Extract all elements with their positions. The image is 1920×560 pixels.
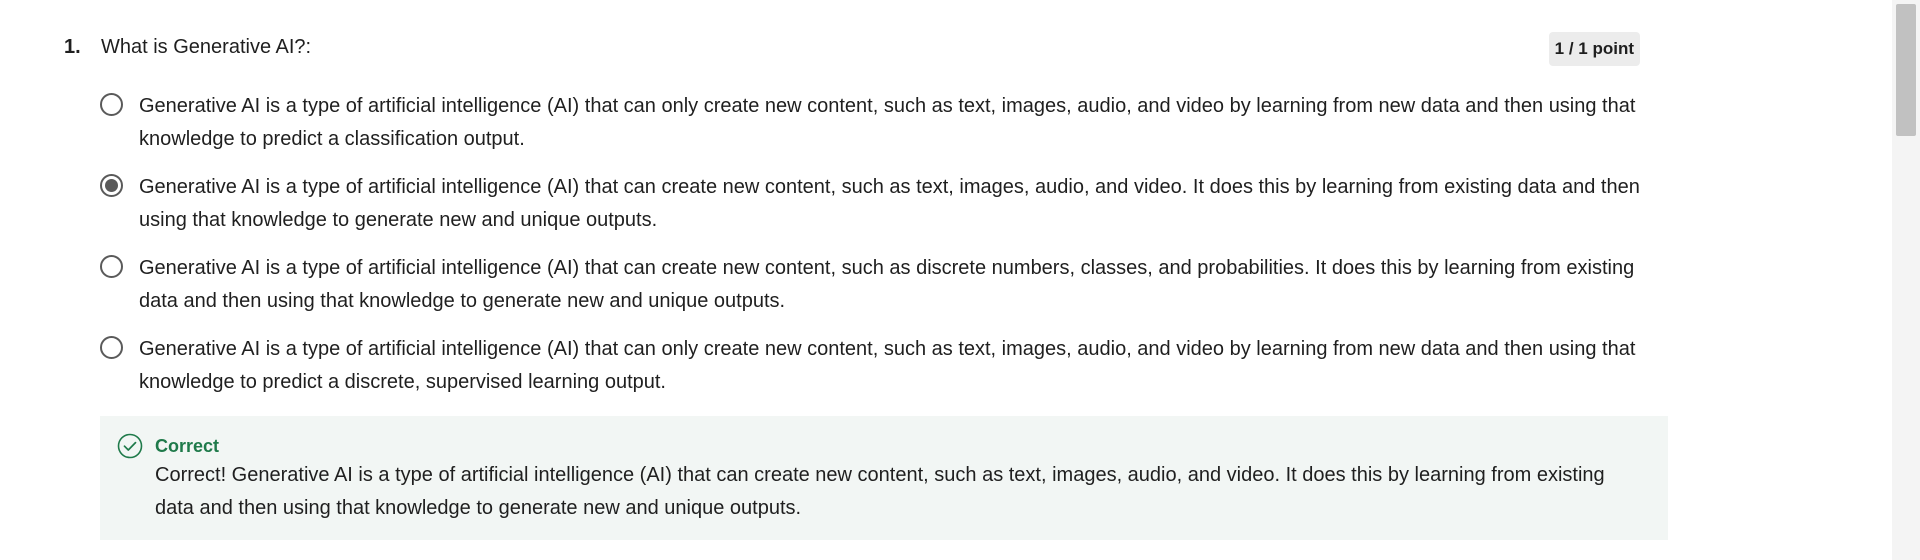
radio-button[interactable] bbox=[100, 93, 123, 116]
answer-option-4[interactable]: Generative AI is a type of artificial in… bbox=[100, 333, 1660, 399]
answer-option-1[interactable]: Generative AI is a type of artificial in… bbox=[100, 90, 1660, 156]
answer-option-3[interactable]: Generative AI is a type of artificial in… bbox=[100, 252, 1660, 318]
answer-options: Generative AI is a type of artificial in… bbox=[100, 90, 1660, 414]
radio-button[interactable] bbox=[100, 336, 123, 359]
points-badge: 1 / 1 point bbox=[1548, 32, 1640, 66]
answer-option-label: Generative AI is a type of artificial in… bbox=[139, 176, 1640, 231]
feedback-panel: Correct Correct! Generative AI is a type… bbox=[100, 416, 1668, 540]
answer-option-label: Generative AI is a type of artificial in… bbox=[139, 257, 1635, 312]
question-header: 1. What is Generative AI?: bbox=[64, 32, 1664, 62]
quiz-page: 1. What is Generative AI?: 1 / 1 point G… bbox=[0, 0, 1920, 560]
question-number: 1. bbox=[64, 36, 81, 58]
question-text: What is Generative AI?: bbox=[101, 36, 312, 58]
feedback-status: Correct bbox=[155, 436, 220, 456]
question-block: 1. What is Generative AI?: 1 / 1 point G… bbox=[64, 32, 1664, 393]
feedback-text: Correct! Generative AI is a type of arti… bbox=[155, 464, 1605, 519]
radio-button-selected[interactable] bbox=[100, 174, 123, 197]
check-circle-icon bbox=[117, 433, 143, 459]
radio-button[interactable] bbox=[100, 255, 123, 278]
scrollbar-thumb[interactable] bbox=[1896, 4, 1916, 136]
answer-option-2[interactable]: Generative AI is a type of artificial in… bbox=[100, 171, 1660, 237]
answer-option-label: Generative AI is a type of artificial in… bbox=[139, 338, 1636, 393]
answer-option-label: Generative AI is a type of artificial in… bbox=[139, 95, 1636, 150]
